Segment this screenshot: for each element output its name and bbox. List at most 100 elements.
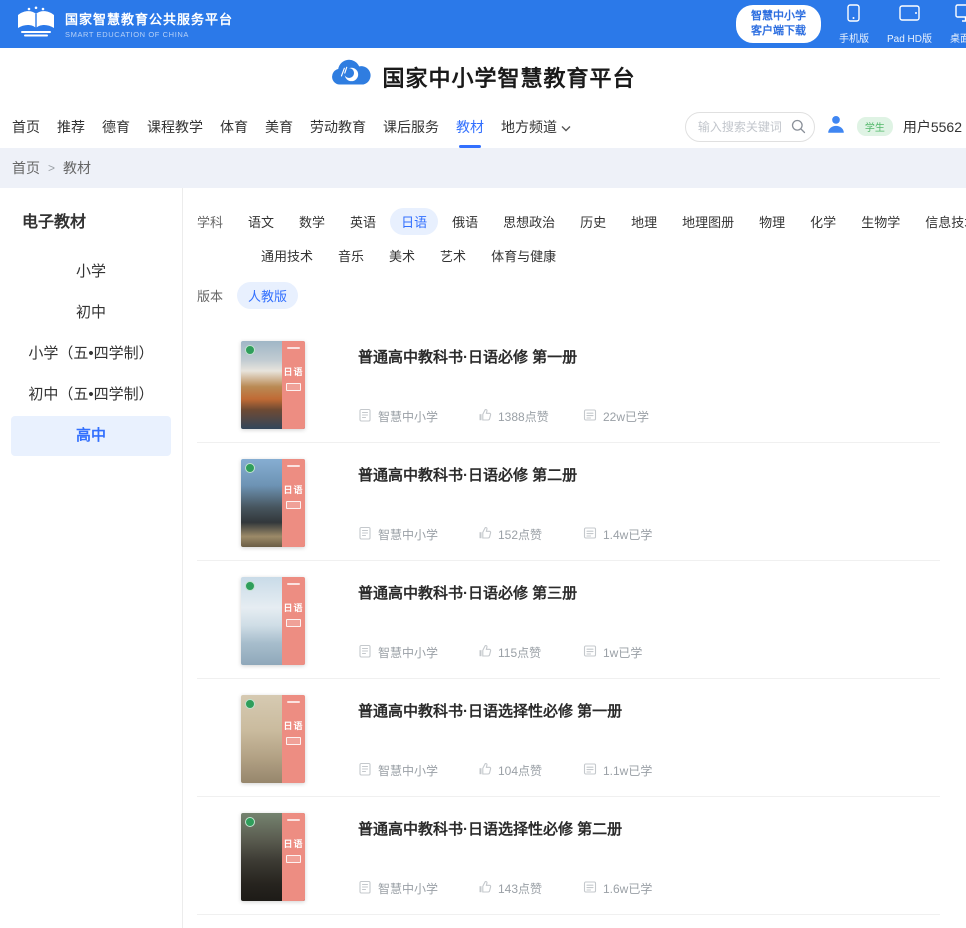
subject-filter-item[interactable]: 化学 [799,208,847,235]
book-learned-count: 22w已学 [603,408,649,425]
book-meta: 智慧中小学 115点赞 [358,644,642,661]
book-publisher: 智慧中小学 [378,408,438,425]
learned-icon [583,408,597,425]
nav-item[interactable]: 首页 [12,113,40,141]
nav-item[interactable]: 劳动教育 [310,113,366,141]
sidebar-item[interactable]: 高中 [11,416,171,456]
book-likes: 1388点赞 [498,408,549,425]
subject-filter-item[interactable]: 语文 [237,208,285,235]
book-meta: 智慧中小学 1388点赞 [358,408,649,425]
book-list-item[interactable]: 日语 普通高中教科书·日语必修 第二册 智慧中小学 [197,443,940,561]
subject-filter-item[interactable]: 艺术 [429,242,477,269]
subject-filter-item[interactable]: 信息技术 [914,208,966,235]
nav-item-local-channels[interactable]: 地方频道 [501,113,571,141]
subject-filter-item[interactable]: 美术 [378,242,426,269]
nav-item[interactable]: 推荐 [57,113,85,141]
book-cover[interactable]: 日语 [241,341,305,429]
subject-filter-item[interactable]: 地理图册 [671,208,745,235]
book-cover[interactable]: 日语 [241,813,305,901]
sidebar-item[interactable]: 初中（五•四学制） [11,375,171,415]
book-publisher: 智慧中小学 [378,762,438,779]
book-cover[interactable]: 日语 [241,577,305,665]
book-cover[interactable]: 日语 [241,695,305,783]
client-download-button[interactable]: 智慧中小学 客户端下载 [736,5,821,43]
nav-item[interactable]: 美育 [265,113,293,141]
nav-item[interactable]: 体育 [220,113,248,141]
subject-filter-item[interactable]: 俄语 [441,208,489,235]
main-content: 学科 语文 数学 英语 日语 俄语 思想政治 历史 地理 地理图册 物理 [183,188,966,928]
subject-filter-row-2: 通用技术 音乐 美术 艺术 体育与健康 [197,242,940,269]
book-meta: 智慧中小学 152点赞 [358,526,652,543]
cover-title-band: 日语 [282,459,305,547]
subject-filter-item[interactable]: 地理 [620,208,668,235]
sidebar-item[interactable]: 初中 [11,293,171,333]
top-service-bar: 国家智慧教育公共服务平台 SMART EDUCATION OF CHINA 智慧… [0,0,966,48]
sidebar-title: 电子教材 [22,208,182,232]
thumbs-up-icon [478,408,492,425]
subject-filter-item[interactable]: 英语 [339,208,387,235]
cover-grade-badge [286,619,301,627]
search-icon[interactable] [791,119,806,139]
book-list-item[interactable]: 日语 普通高中教科书·日语必修 第三册 智慧中小学 [197,561,940,679]
publisher-logo-icon [245,817,255,827]
book-likes: 143点赞 [498,880,542,897]
subject-filter-item[interactable]: 音乐 [327,242,375,269]
book-list-item[interactable]: 日语 普通高中教科书·日语选择性必修 第一册 智慧中小学 [197,679,940,797]
nav-item[interactable]: 教材 [456,113,484,141]
version-filter-label: 版本 [197,286,223,305]
publisher-icon [358,526,372,543]
version-filter-item[interactable]: 人教版 [237,282,298,309]
subject-filter-item[interactable]: 体育与健康 [480,242,567,269]
cover-grade-badge [286,383,301,391]
site-title: 国家中小学智慧教育平台 [382,61,635,93]
cover-grade-badge [286,501,301,509]
subject-filter-item[interactable]: 生物学 [850,208,911,235]
book-list-item[interactable]: 日语 普通高中教科书·日语选择性必修 第二册 智慧中小学 [197,797,940,915]
desktop-icon [955,4,966,27]
publisher-logo-icon [245,463,255,473]
subject-filter-row: 学科 语文 数学 英语 日语 俄语 思想政治 历史 地理 地理图册 物理 [197,208,940,235]
mobile-version-button[interactable]: 手机版 [839,4,869,45]
breadcrumb: 首页 > 教材 [0,148,966,188]
platform-title: 国家智慧教育公共服务平台 [65,9,233,28]
book-list-item[interactable]: 日语 普通高中教科书·日语必修 第一册 智慧中小学 [197,325,940,443]
subject-filter-label: 学科 [197,212,223,231]
desktop-version-button[interactable]: 桌面端 [950,4,966,45]
subject-filter-item[interactable]: 历史 [569,208,617,235]
version-filter-row: 版本 人教版 [197,282,940,309]
cover-grade-badge [286,855,301,863]
subject-filter-item[interactable]: 日语 [390,208,438,235]
nav-item[interactable]: 课后服务 [383,113,439,141]
book-learned-count: 1.1w已学 [603,762,652,779]
book-cover[interactable]: 日语 [241,459,305,547]
book-learned-count: 1.4w已学 [603,526,652,543]
nav-item[interactable]: 课程教学 [147,113,203,141]
platform-logo[interactable]: 国家智慧教育公共服务平台 SMART EDUCATION OF CHINA [16,6,233,43]
thumbs-up-icon [478,880,492,897]
book-meta: 智慧中小学 104点赞 [358,762,652,779]
book-title[interactable]: 普通高中教科书·日语选择性必修 第一册 [358,700,940,721]
publisher-icon [358,408,372,425]
subject-filter-item[interactable]: 通用技术 [250,242,324,269]
book-title[interactable]: 普通高中教科书·日语必修 第一册 [358,346,940,367]
cover-title-band: 日语 [282,577,305,665]
cover-grade-badge [286,737,301,745]
book-title[interactable]: 普通高中教科书·日语选择性必修 第二册 [358,818,940,839]
book-list: 日语 普通高中教科书·日语必修 第一册 智慧中小学 [197,325,940,915]
user-avatar-icon[interactable] [825,113,847,140]
subject-filter-item[interactable]: 思想政治 [492,208,566,235]
sidebar-item[interactable]: 小学（五•四学制） [11,334,171,374]
cloud-logo-icon [330,58,372,95]
subject-filter-item[interactable]: 物理 [748,208,796,235]
book-title[interactable]: 普通高中教科书·日语必修 第二册 [358,464,940,485]
learned-icon [583,526,597,543]
book-publisher: 智慧中小学 [378,880,438,897]
sidebar-item[interactable]: 小学 [11,252,171,292]
book-title[interactable]: 普通高中教科书·日语必修 第三册 [358,582,940,603]
pad-hd-version-button[interactable]: Pad HD版 [887,4,932,45]
subject-filter-item[interactable]: 数学 [288,208,336,235]
nav-item[interactable]: 德育 [102,113,130,141]
breadcrumb-home-link[interactable]: 首页 [12,158,40,178]
book-learned-count: 1.6w已学 [603,880,652,897]
username[interactable]: 用户5562 [903,117,962,137]
